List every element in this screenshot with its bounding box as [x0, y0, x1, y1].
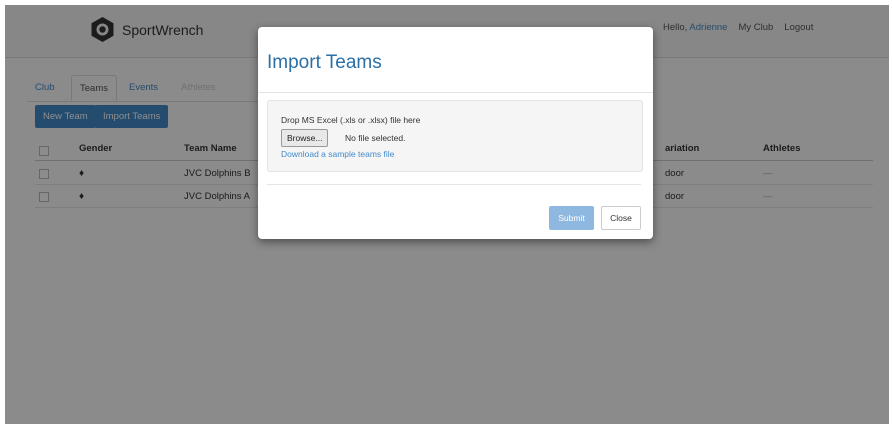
file-status: No file selected. — [345, 133, 406, 143]
file-dropzone[interactable]: Drop MS Excel (.xls or .xlsx) file here … — [267, 100, 643, 172]
modal-title: Import Teams — [267, 52, 382, 73]
drop-instructions: Drop MS Excel (.xls or .xlsx) file here — [281, 115, 421, 125]
submit-button[interactable]: Submit — [549, 206, 594, 230]
modal-divider — [267, 184, 641, 197]
download-sample-link[interactable]: Download a sample teams file — [281, 149, 394, 159]
browse-button[interactable]: Browse... — [281, 129, 329, 147]
close-button[interactable]: Close — [601, 206, 641, 230]
app-window: SportWrench Hello, Adrienne My Club Logo… — [5, 5, 889, 424]
modal-header: Import Teams — [258, 27, 653, 93]
import-teams-modal: Import Teams Drop MS Excel (.xls or .xls… — [258, 27, 653, 239]
